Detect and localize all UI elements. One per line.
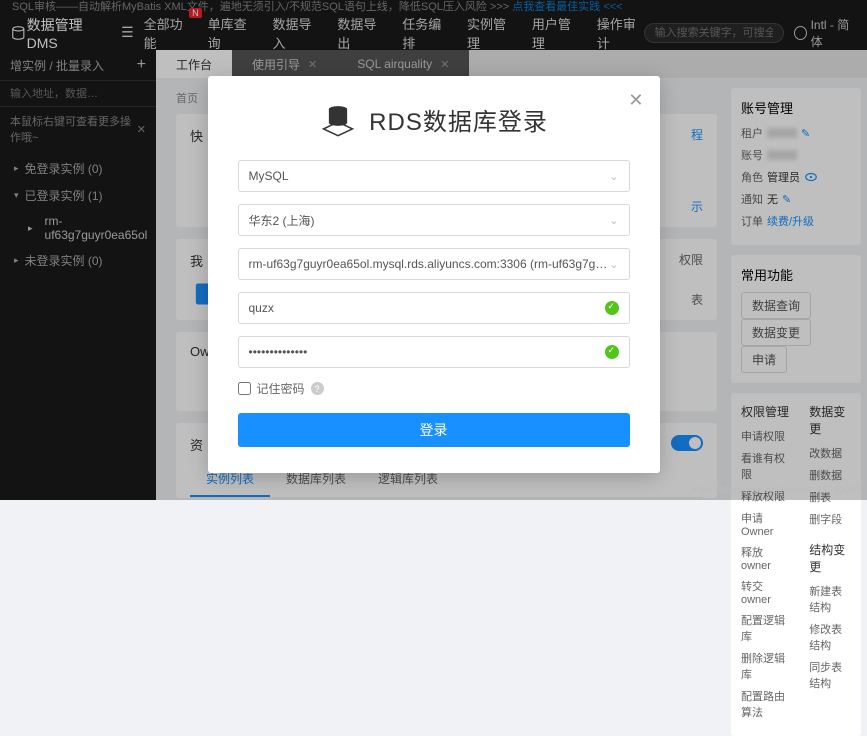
perm-item[interactable]: 释放owner [741,544,791,572]
password-input[interactable] [249,345,605,359]
chevron-down-icon: ⌄ [609,258,618,271]
perm-item[interactable]: 删除逻辑库 [741,650,791,682]
remember-input[interactable] [238,382,251,395]
region-select[interactable]: 华东2 (上海)⌄ [238,204,630,236]
chevron-down-icon: ⌄ [609,170,618,183]
modal-title: RDS数据库登录 [238,100,630,138]
struct-item[interactable]: 同步表结构 [809,659,851,691]
struct-item[interactable]: 修改表结构 [809,621,851,653]
close-icon[interactable]: ✕ [628,90,643,111]
data-item[interactable]: 删字段 [809,511,851,527]
db-type-select[interactable]: MySQL⌄ [238,160,630,192]
perm-item[interactable]: 转交owner [741,578,791,606]
perm-item[interactable]: 配置路由算法 [741,688,791,720]
perm-item[interactable]: 配置逻辑库 [741,612,791,644]
remember-checkbox[interactable]: 记住密码 ? [238,380,630,397]
chevron-down-icon: ⌄ [609,214,618,227]
struct-item[interactable]: 新建表结构 [809,583,851,615]
login-modal: ✕ RDS数据库登录 MySQL⌄ 华东2 (上海)⌄ rm-uf63g7guy… [208,76,660,473]
perm-item[interactable]: 申请Owner [741,510,791,538]
check-ok-icon [605,345,619,359]
username-field[interactable] [238,292,630,324]
login-button[interactable]: 登录 [238,413,630,447]
help-icon[interactable]: ? [311,382,324,395]
instance-select[interactable]: rm-uf63g7guyr0ea65ol.mysql.rds.aliyuncs.… [238,248,630,280]
password-field[interactable] [238,336,630,368]
username-input[interactable] [249,301,605,315]
check-ok-icon [605,301,619,315]
watermark: https://blog.csdn.net/waixin_43790083 [691,485,861,496]
rds-icon [319,100,357,138]
